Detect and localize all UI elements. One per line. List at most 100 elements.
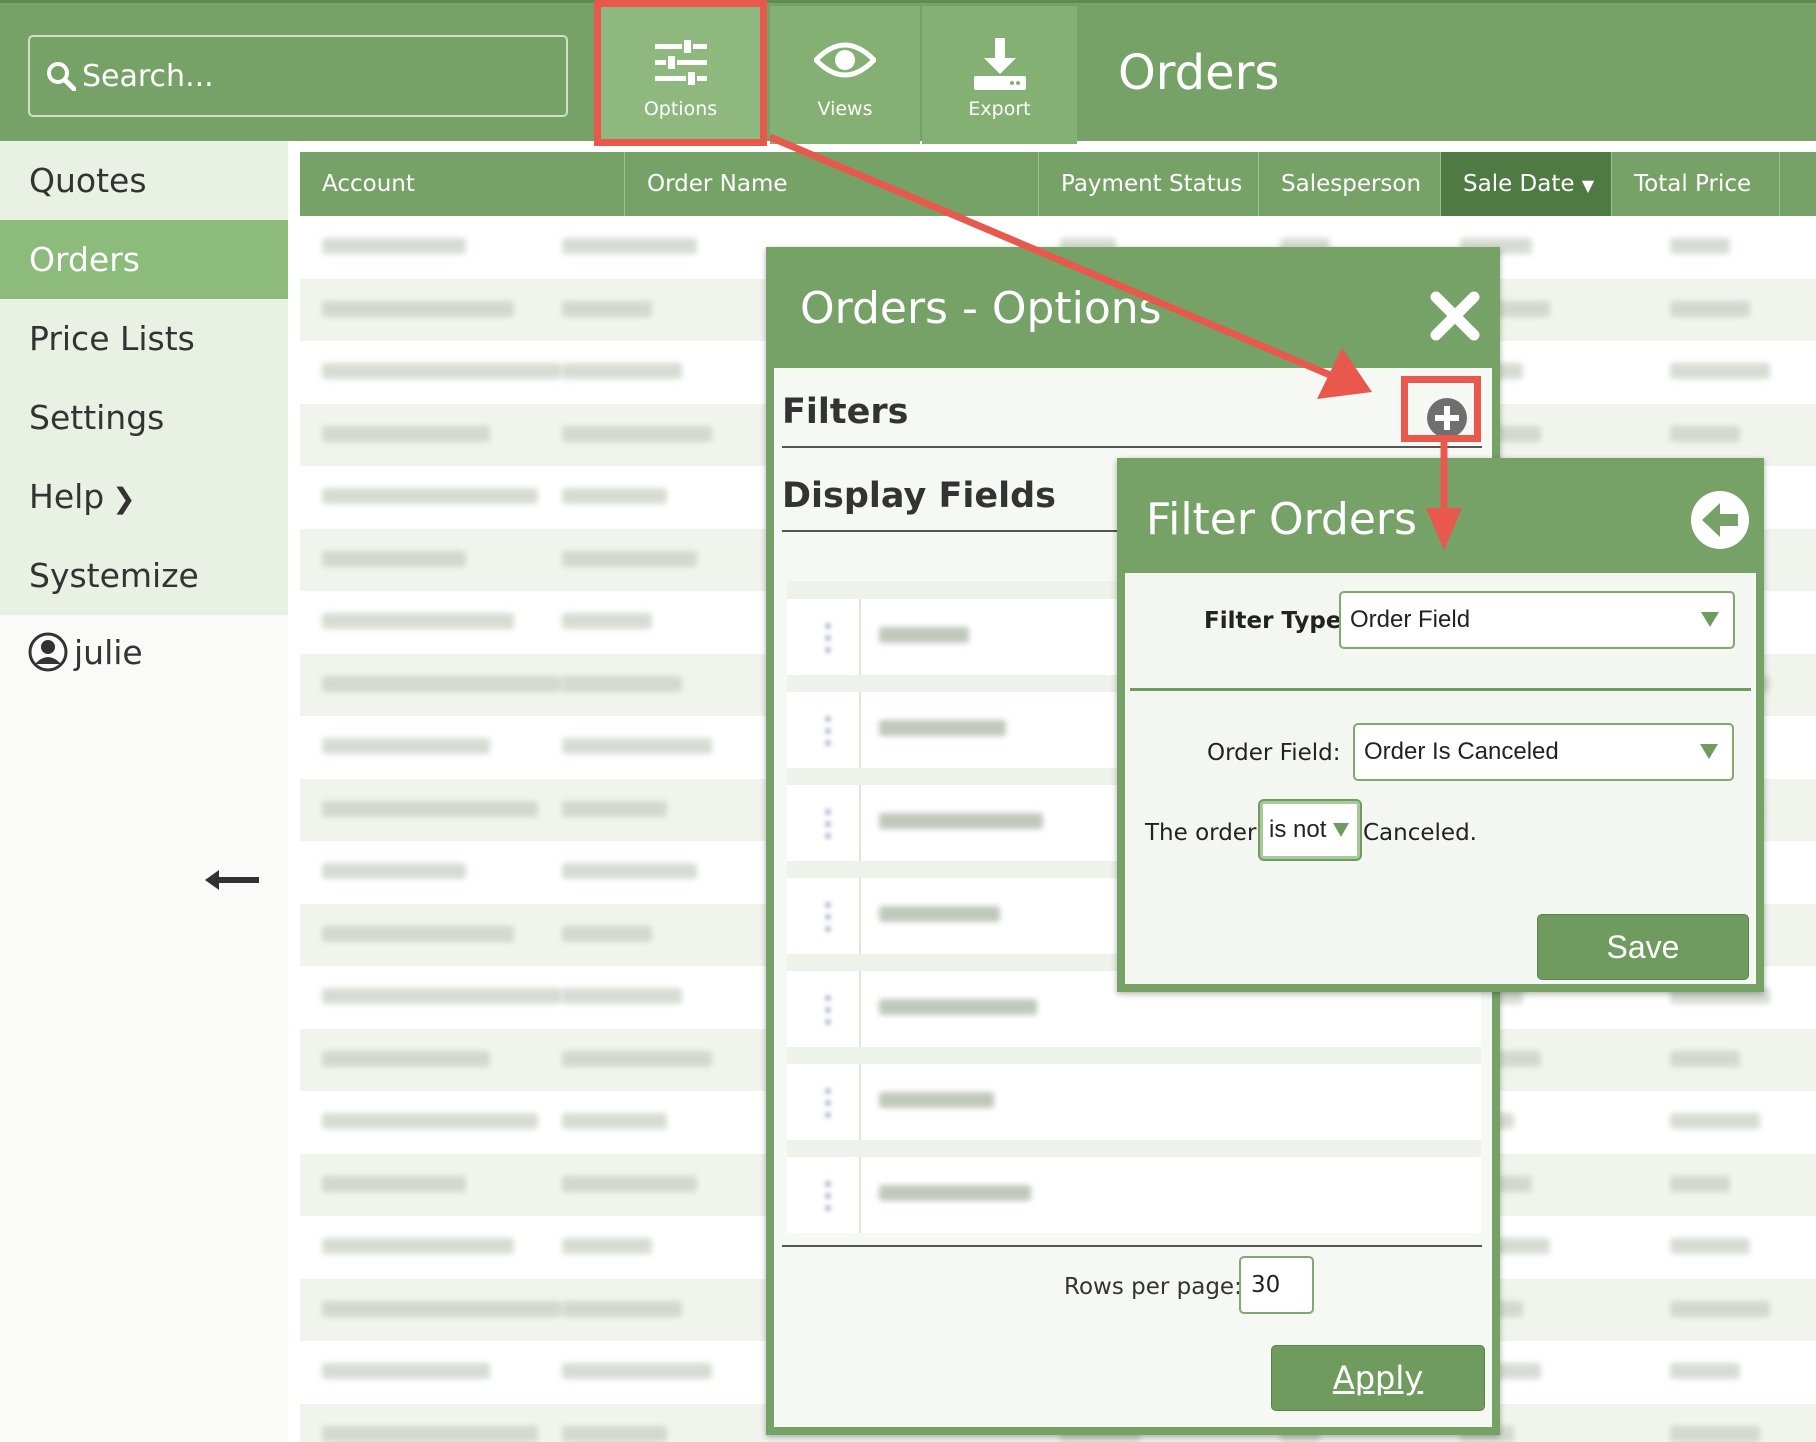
column-sale-date[interactable]: Sale Date ▼	[1441, 152, 1612, 216]
order-field-value: Order Is Canceled	[1364, 738, 1559, 765]
username: julie	[74, 632, 143, 672]
field-separator	[859, 599, 861, 675]
table-cell	[562, 1300, 682, 1317]
sidebar-item-price-lists[interactable]: Price Lists	[0, 299, 288, 378]
filter-type-label: Filter Type:	[1204, 608, 1351, 634]
table-cell	[1670, 1363, 1740, 1379]
table-cell	[562, 1425, 667, 1442]
user-icon	[28, 632, 68, 672]
options-modal-header: Orders - Options	[774, 255, 1492, 368]
arrow-left-icon[interactable]	[205, 868, 261, 892]
display-field-row[interactable]	[787, 1064, 1481, 1140]
dropdown-arrow-icon	[1700, 744, 1718, 759]
display-field-row[interactable]	[787, 1157, 1481, 1233]
table-cell	[322, 613, 514, 629]
table-cell	[1670, 1175, 1730, 1192]
column-order-name[interactable]: Order Name	[625, 152, 1039, 216]
rows-per-page-input[interactable]: 30	[1239, 1256, 1314, 1314]
chevron-right-icon: ❯	[112, 482, 136, 515]
table-cell	[1670, 238, 1730, 254]
table-cell	[1670, 1050, 1740, 1067]
table-cell	[1670, 1300, 1770, 1317]
table-cell	[322, 738, 490, 754]
column-payment-status[interactable]: Payment Status	[1039, 152, 1259, 216]
table-cell	[322, 488, 538, 504]
condition-select[interactable]: is not	[1258, 799, 1362, 861]
table-cell	[1670, 1113, 1760, 1129]
rows-per-page-label: Rows per page:	[1064, 1274, 1242, 1300]
table-cell	[322, 1238, 514, 1254]
back-arrow-icon[interactable]	[1690, 490, 1750, 550]
table-cell	[562, 238, 697, 254]
table-cell	[322, 300, 514, 317]
views-label: Views	[817, 98, 873, 120]
drag-handle-icon[interactable]	[823, 621, 833, 655]
sidebar-item-help[interactable]: Help ❯	[0, 457, 288, 536]
table-cell	[322, 988, 562, 1004]
table-cell	[562, 550, 697, 567]
table-cell	[1670, 363, 1770, 379]
search-icon	[47, 62, 76, 91]
table-cell	[322, 1363, 490, 1379]
table-cell	[1670, 1425, 1760, 1442]
drag-handle-icon[interactable]	[823, 1179, 833, 1213]
sidebar: Quotes Orders Price Lists Settings Help ❯…	[0, 141, 288, 1442]
table-cell	[562, 363, 682, 379]
display-field-name	[879, 1092, 994, 1108]
fields-bottom-divider	[782, 1245, 1482, 1247]
page-title: Orders	[1118, 45, 1280, 101]
table-cell	[562, 1363, 712, 1379]
display-field-name	[879, 999, 1037, 1015]
export-button[interactable]: Export	[922, 6, 1077, 144]
table-header: Account Order Name Payment Status Salesp…	[300, 152, 1816, 216]
save-button[interactable]: Save	[1537, 914, 1749, 980]
filters-heading: Filters	[782, 392, 909, 432]
table-cell	[322, 1050, 490, 1067]
display-field-name	[879, 906, 1000, 922]
drag-handle-icon[interactable]	[823, 993, 833, 1027]
filter-modal-title: Filter Orders	[1146, 494, 1417, 545]
column-label: Payment Status	[1061, 171, 1243, 197]
sidebar-item-label: Settings	[29, 398, 165, 437]
filter-type-select[interactable]: Order Field	[1339, 591, 1735, 649]
table-cell	[1670, 425, 1740, 442]
condition-value: is not	[1269, 816, 1327, 843]
column-account[interactable]: Account	[300, 152, 625, 216]
field-separator	[859, 971, 861, 1047]
table-cell	[322, 1175, 466, 1192]
drag-handle-icon[interactable]	[823, 900, 833, 934]
order-field-select[interactable]: Order Is Canceled	[1353, 723, 1734, 781]
sidebar-item-orders[interactable]: Orders	[0, 220, 288, 299]
options-highlight-box	[594, 0, 767, 146]
table-cell	[322, 863, 466, 879]
drag-handle-icon[interactable]	[823, 807, 833, 841]
sidebar-item-quotes[interactable]: Quotes	[0, 141, 288, 220]
table-cell	[322, 238, 466, 254]
export-label: Export	[968, 98, 1031, 120]
search-box[interactable]	[28, 35, 568, 117]
column-salesperson[interactable]: Salesperson	[1259, 152, 1441, 216]
close-icon[interactable]	[1430, 291, 1480, 341]
table-cell	[562, 1113, 667, 1129]
sidebar-item-systemize[interactable]: Systemize	[0, 536, 288, 615]
display-field-name	[879, 720, 1006, 736]
column-total-price[interactable]: Total Price	[1612, 152, 1780, 216]
column-label: Account	[322, 171, 415, 197]
apply-button[interactable]: Apply	[1271, 1345, 1485, 1411]
sidebar-item-settings[interactable]: Settings	[0, 378, 288, 457]
field-separator	[859, 692, 861, 768]
table-cell	[322, 800, 538, 817]
views-button[interactable]: Views	[770, 6, 920, 144]
user-menu[interactable]: julie	[28, 632, 143, 672]
sidebar-item-label: Orders	[29, 240, 140, 279]
drag-handle-icon[interactable]	[823, 714, 833, 748]
display-field-name	[879, 627, 969, 643]
table-cell	[322, 675, 562, 692]
table-cell	[562, 925, 652, 942]
table-cell	[322, 1425, 538, 1442]
sentence-suffix: Canceled.	[1363, 820, 1477, 846]
dropdown-arrow-icon	[1701, 612, 1719, 627]
search-input[interactable]	[82, 47, 552, 105]
drag-handle-icon[interactable]	[823, 1086, 833, 1120]
table-cell	[562, 1050, 712, 1067]
